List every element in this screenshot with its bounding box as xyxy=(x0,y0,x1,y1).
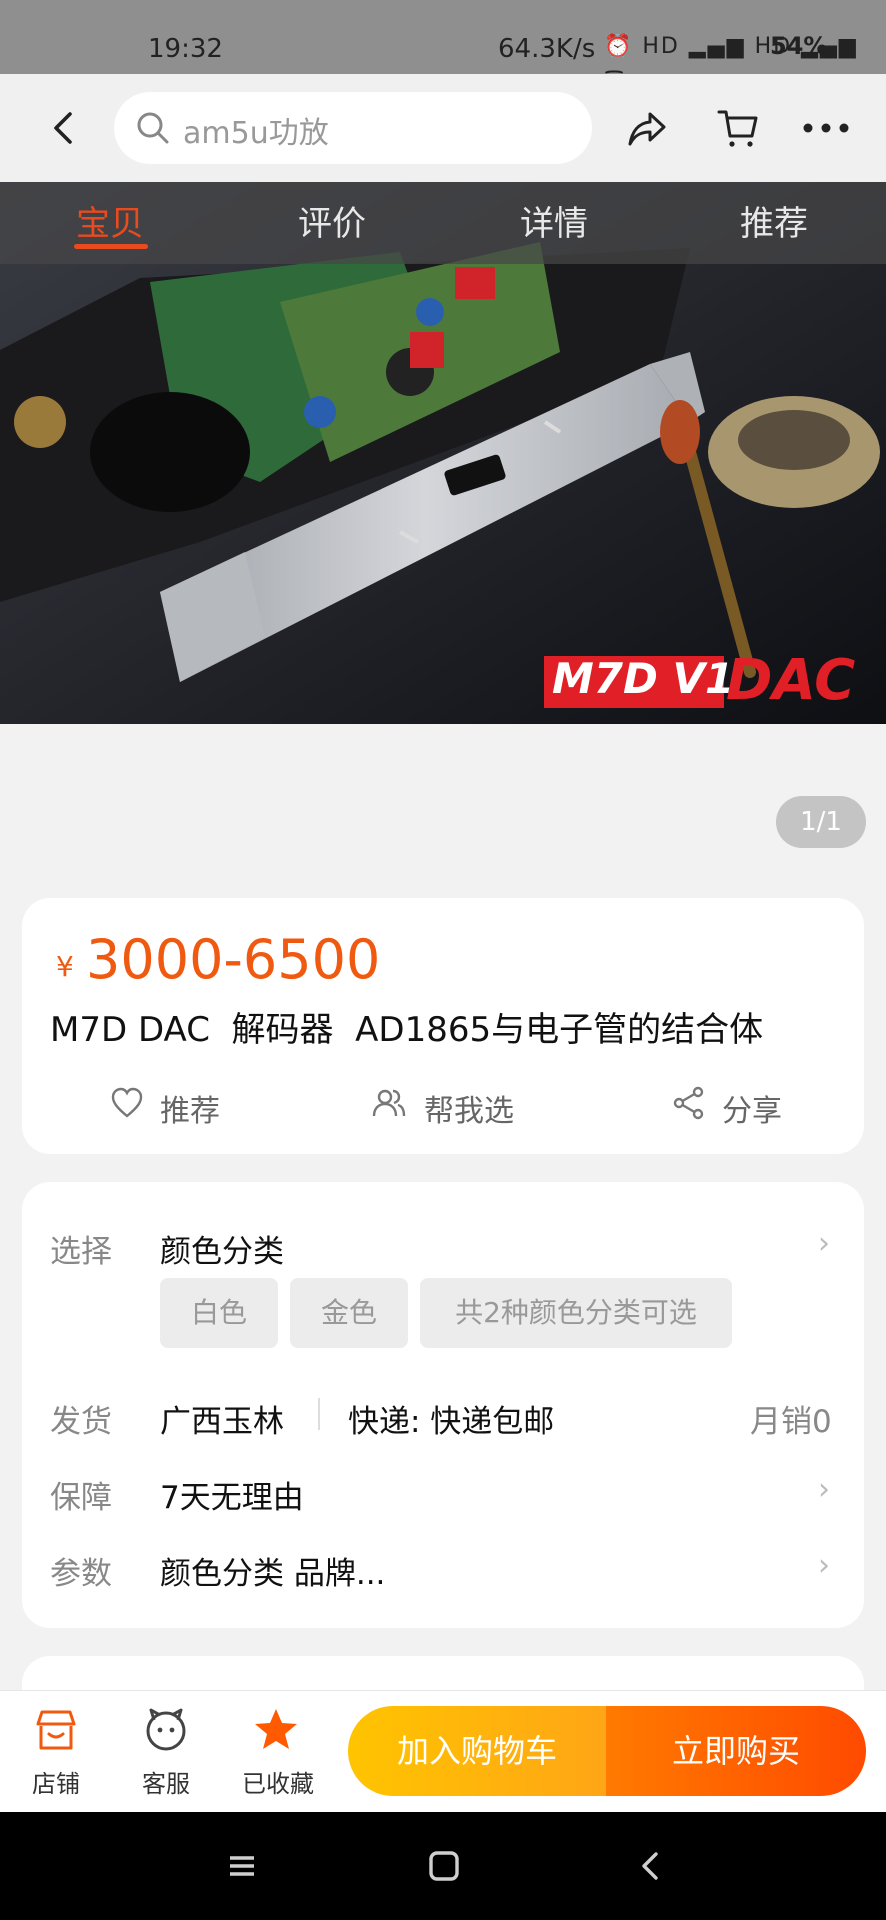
select-value[interactable]: 颜色分类 xyxy=(160,1226,284,1271)
ship-from: 广西玉林 xyxy=(160,1404,284,1440)
share-icon xyxy=(673,1086,704,1120)
menu-icon[interactable] xyxy=(222,1846,262,1886)
recommend-button[interactable]: 推荐 xyxy=(160,1086,220,1130)
people-icon xyxy=(372,1089,406,1117)
more-icon[interactable] xyxy=(802,112,850,144)
cart-icon[interactable] xyxy=(716,106,760,150)
service-label[interactable]: 客服 xyxy=(142,1764,190,1799)
currency-symbol: ¥ xyxy=(56,950,74,983)
logo-dac-text: DAC xyxy=(726,648,856,713)
network-speed: 64.3K/s xyxy=(498,34,596,64)
share-button[interactable]: 分享 xyxy=(722,1086,782,1130)
help-me-choose-button[interactable]: 帮我选 xyxy=(424,1086,514,1130)
add-to-cart-button[interactable]: 加入购物车 xyxy=(348,1706,606,1796)
heart-icon xyxy=(111,1087,143,1118)
star-icon[interactable] xyxy=(252,1706,300,1754)
option-count[interactable]: 共2种颜色分类可选 xyxy=(420,1278,732,1348)
back-nav-icon[interactable] xyxy=(630,1846,670,1886)
tab-product[interactable]: 宝贝 xyxy=(76,196,144,245)
select-label: 选择 xyxy=(50,1234,112,1270)
option-white[interactable]: 白色 xyxy=(160,1278,278,1348)
image-page-indicator: 1/1 xyxy=(776,796,866,848)
option-gold[interactable]: 金色 xyxy=(290,1278,408,1348)
params-value[interactable]: 颜色分类 品牌... xyxy=(160,1548,385,1593)
tab-reviews[interactable]: 评价 xyxy=(298,196,366,245)
favorited-label[interactable]: 已收藏 xyxy=(242,1764,314,1799)
share-icon[interactable] xyxy=(626,108,668,150)
search-placeholder: am5u功放 xyxy=(183,116,329,151)
guarantee-value[interactable]: 7天无理由 xyxy=(160,1472,304,1517)
params-label: 参数 xyxy=(50,1556,112,1592)
tab-details[interactable]: 详情 xyxy=(520,196,588,245)
price-range: 3000-6500 xyxy=(86,928,381,991)
tab-recommend[interactable]: 推荐 xyxy=(740,196,808,245)
guarantee-label: 保障 xyxy=(50,1480,112,1516)
battery-level: 54% xyxy=(770,32,828,60)
service-icon[interactable] xyxy=(142,1706,190,1754)
ship-label: 发货 xyxy=(50,1404,112,1440)
shop-icon[interactable] xyxy=(32,1706,80,1754)
buy-now-button[interactable]: 立即购买 xyxy=(606,1706,866,1796)
logo-model-text: M7D V1 xyxy=(552,654,735,703)
home-icon[interactable] xyxy=(424,1846,464,1886)
shop-label[interactable]: 店铺 xyxy=(32,1764,80,1799)
product-title: M7D DAC 解码器 AD1865与电子管的结合体 xyxy=(50,1010,764,1050)
status-time: 19:32 xyxy=(148,34,223,64)
chevron-right-icon[interactable]: › xyxy=(818,1226,830,1261)
back-icon[interactable] xyxy=(44,108,84,148)
monthly-sales: 月销0 xyxy=(750,1404,832,1440)
chevron-right-icon[interactable]: › xyxy=(818,1548,830,1583)
active-tab-indicator xyxy=(74,244,148,249)
search-icon xyxy=(137,112,169,144)
ship-method: 快递: 快递包邮 xyxy=(348,1404,555,1440)
divider xyxy=(318,1398,320,1430)
chevron-right-icon[interactable]: › xyxy=(818,1472,830,1507)
